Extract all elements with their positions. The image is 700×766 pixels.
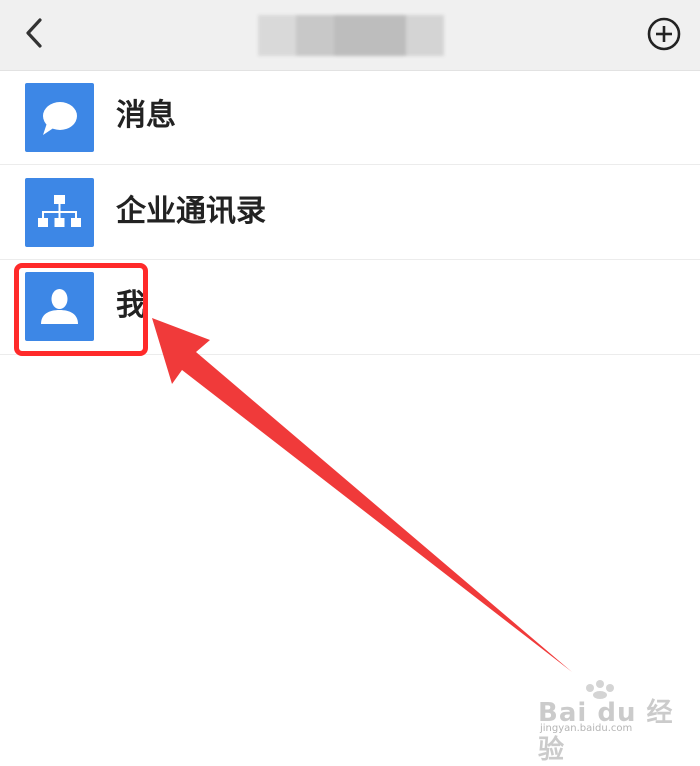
watermark: Bai du 经验 jingyan.baidu.com	[538, 680, 688, 765]
watermark-url: jingyan.baidu.com	[540, 723, 633, 734]
annotation-arrow-icon	[152, 318, 572, 672]
